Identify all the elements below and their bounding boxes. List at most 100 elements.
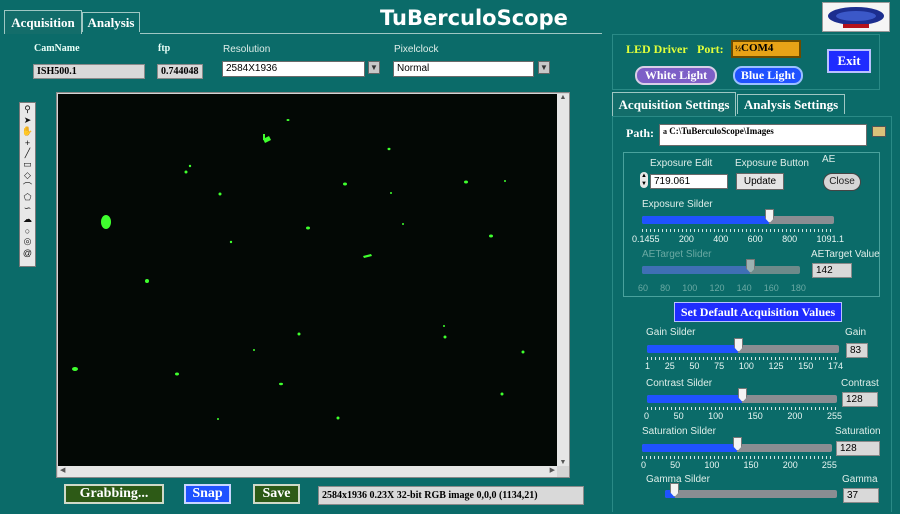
- white-light-button[interactable]: White Light: [635, 66, 717, 85]
- contrast-ticks: 0 50 100 150 200 255: [644, 411, 842, 421]
- polygon-tool-icon[interactable]: ⬠: [21, 192, 34, 203]
- tick-label: 150: [747, 411, 763, 421]
- exposure-spinner-icon[interactable]: ▲ ▼: [640, 172, 648, 188]
- image-horizontal-scrollbar[interactable]: ◀ ▶: [58, 466, 557, 477]
- freehand-region-tool-icon[interactable]: ☁: [21, 214, 34, 225]
- freehand-tool-icon[interactable]: ∽: [21, 203, 34, 214]
- saturation-tickmarks: [642, 456, 832, 459]
- exposure-slider-fill: [642, 216, 769, 224]
- pixelclock-label: Pixelclock: [394, 44, 439, 55]
- browse-folder-icon[interactable]: [872, 126, 886, 137]
- tick-label: 174: [827, 361, 843, 371]
- contrast-value-field: 128: [842, 392, 878, 407]
- aetarget-value-label: AETarget Value: [811, 249, 880, 260]
- gain-value-label: Gain: [845, 327, 867, 338]
- tick-label: 800: [782, 234, 798, 244]
- tick-label: 50: [689, 361, 700, 371]
- image-vertical-scrollbar[interactable]: ▲ ▼: [557, 94, 569, 466]
- camname-label: CamName: [34, 43, 80, 54]
- gain-tickmarks: [647, 357, 839, 360]
- microscope-image[interactable]: [58, 94, 557, 466]
- tick-label: 50: [670, 460, 681, 470]
- path-prefix-icon: a: [663, 127, 667, 136]
- exposure-edit-field[interactable]: 719.061: [650, 174, 728, 189]
- led-driver-label: LED Driver: [626, 42, 688, 56]
- line-tool-icon[interactable]: ╱: [21, 148, 34, 159]
- pan-tool-icon[interactable]: ✋: [21, 126, 34, 137]
- path-label: Path:: [626, 126, 654, 140]
- resolution-dropdown-button[interactable]: ▼: [368, 61, 380, 74]
- tick-label: 150: [743, 460, 759, 470]
- tick-label: 180: [790, 283, 806, 293]
- tick-label: 1: [645, 361, 651, 371]
- tab-acquisition-settings[interactable]: Acquisition Settings: [612, 92, 736, 116]
- path-value: C:\TuBerculoScope\Images: [669, 126, 774, 136]
- tick-label: 200: [782, 460, 798, 470]
- tick-label: 75: [714, 361, 725, 371]
- image-display-frame: ▲ ▼ ◀ ▶: [56, 92, 570, 478]
- tick-label: 400: [713, 234, 729, 244]
- gamma-slider[interactable]: [665, 490, 837, 498]
- rectangle-tool-icon[interactable]: ▭: [21, 159, 34, 170]
- status-bar: 2584x1936 0.23X 32-bit RGB image 0,0,0 (…: [318, 486, 584, 505]
- tab-strip-line: [140, 33, 602, 34]
- tab-analysis[interactable]: Analysis: [82, 12, 140, 32]
- pointer-tool-icon[interactable]: ➤: [21, 115, 34, 126]
- tick-label: 50: [673, 411, 684, 421]
- gain-slider-label: Gain Silder: [646, 327, 696, 338]
- tool-palette: ⚲ ➤ ✋ + ╱ ▭ ◇ ⌒ ⬠ ∽ ☁ ○ ◎ @: [19, 102, 36, 267]
- polyline-tool-icon[interactable]: ⌒: [21, 181, 34, 192]
- fps-label: ftp: [158, 43, 171, 54]
- resolution-select[interactable]: 2584X1936: [222, 61, 365, 77]
- app-title: TuBerculoScope: [380, 6, 568, 30]
- tick-label: 100: [682, 283, 698, 293]
- camname-field: ISH500.1: [33, 64, 145, 79]
- aetarget-slider-label: AETarget Slider: [642, 249, 712, 260]
- tick-label: 0.1455: [632, 234, 660, 244]
- tick-label: 100: [704, 460, 720, 470]
- update-button[interactable]: Update: [736, 173, 784, 190]
- ae-label: AE: [822, 154, 836, 165]
- zoom-tool-icon[interactable]: ⚲: [21, 104, 34, 115]
- fps-field: 0.744048: [157, 64, 203, 79]
- annulus-tool-icon[interactable]: ◎: [21, 236, 34, 247]
- contrast-slider-label: Contrast Silder: [646, 378, 713, 389]
- exposure-edit-label: Exposure Edit: [650, 158, 713, 169]
- exposure-button-label: Exposure Button: [735, 158, 809, 169]
- snap-button[interactable]: Snap: [184, 484, 231, 504]
- tick-label: 255: [826, 411, 842, 421]
- port-field[interactable]: ½COM4: [731, 40, 801, 58]
- pixelclock-dropdown-button[interactable]: ▼: [538, 61, 550, 74]
- oval-tool-icon[interactable]: ○: [21, 225, 34, 236]
- path-field[interactable]: a C:\TuBerculoScope\Images: [659, 124, 867, 146]
- tick-label: 120: [709, 283, 725, 293]
- tick-label: 150: [798, 361, 814, 371]
- contrast-tickmarks: [647, 407, 837, 410]
- point-tool-icon[interactable]: +: [21, 137, 34, 148]
- saturation-slider-label: Saturation Silder: [642, 426, 716, 437]
- tick-label: 60: [638, 283, 649, 293]
- exposure-ticks: 0.1455 200 400 600 800 1091.1: [632, 234, 844, 244]
- pixelclock-select[interactable]: Normal: [393, 61, 534, 77]
- exposure-slider-label: Exposure Silder: [642, 199, 713, 210]
- blue-light-button[interactable]: Blue Light: [733, 66, 803, 85]
- saturation-slider-fill: [642, 444, 737, 452]
- set-default-acquisition-values-button[interactable]: Set Default Acquisition Values: [674, 302, 842, 322]
- tick-label: 0: [644, 411, 650, 421]
- save-button[interactable]: Save: [253, 484, 300, 504]
- contrast-slider-fill: [647, 395, 742, 403]
- contrast-value-label: Contrast: [841, 378, 879, 389]
- exposure-tickmarks: [642, 229, 834, 232]
- tab-acquisition[interactable]: Acquisition: [4, 10, 82, 34]
- gain-ticks: 1 25 50 75 100 125 150 174: [645, 361, 843, 371]
- grabbing-button[interactable]: Grabbing...: [64, 484, 164, 504]
- tick-label: 255: [821, 460, 837, 470]
- tick-label: 100: [738, 361, 754, 371]
- tab-analysis-settings[interactable]: Analysis Settings: [737, 94, 845, 114]
- spiral-tool-icon[interactable]: @: [21, 247, 34, 258]
- ae-toggle-button[interactable]: Close: [823, 173, 861, 191]
- tick-label: 25: [664, 361, 675, 371]
- saturation-value-field: 128: [836, 441, 880, 456]
- exit-button[interactable]: Exit: [827, 49, 871, 73]
- gain-value-field: 83: [846, 343, 868, 358]
